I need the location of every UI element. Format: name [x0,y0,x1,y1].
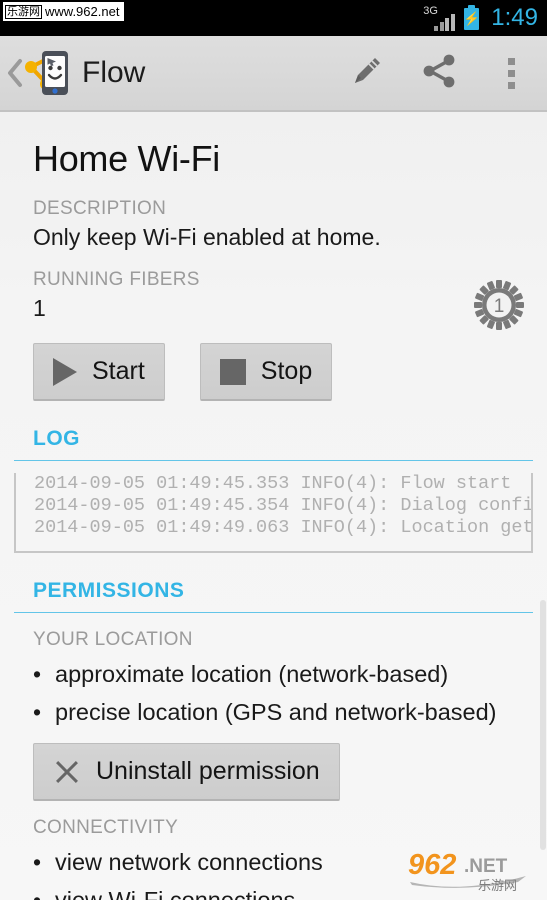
signal-bars-icon: 3G [423,4,457,31]
uninstall-permission-row: Uninstall permission [0,743,547,801]
flow-controls: Start Stop [0,343,547,401]
list-item: view network connections [0,843,547,881]
permission-items: approximate location (network-based) pre… [0,655,547,731]
play-icon [53,357,77,386]
list-item: view Wi-Fi connections [0,881,547,900]
start-button-label: Start [92,357,145,385]
stop-button[interactable]: Stop [199,343,333,401]
watermark-url-label: www.962.net [45,4,120,19]
app-screen: 乐游网 www.962.net 3G ⚡ 1:49 Flow Home Wi-F… [0,0,547,900]
site-watermark-top: 乐游网 www.962.net [3,2,125,21]
status-clock: 1:49 [491,3,538,31]
flow-header-block: Home Wi-Fi DESCRIPTION Only keep Wi-Fi e… [0,112,547,251]
share-button[interactable] [403,35,475,111]
page-title: Home Wi-Fi [33,138,220,179]
log-line: 2014-09-05 01:49:45.354 INFO(4): Dialog … [34,495,533,516]
permission-group-label: YOUR LOCATION [33,629,193,650]
log-section-divider [14,460,533,461]
overflow-menu-icon [507,57,515,89]
pencil-icon [348,52,386,95]
permission-items: view network connections view Wi-Fi conn… [0,843,547,900]
stop-square-icon [219,358,246,385]
permissions-section: PERMISSIONS YOUR LOCATION approximate lo… [0,579,547,900]
scrollbar[interactable] [540,600,546,850]
start-button[interactable]: Start [33,343,165,401]
running-fibers-label: RUNNING FIBERS [33,269,200,290]
gear-icon[interactable]: 1 [473,279,525,331]
app-title: Flow [82,56,146,89]
status-icons: 3G ⚡ 1:49 [423,3,538,31]
running-fibers-row: RUNNING FIBERS 1 1 [0,269,547,330]
list-item: precise location (GPS and network-based) [0,693,547,731]
lightning-bolt-glyph: ⚡ [463,11,480,26]
description-label: DESCRIPTION [33,198,167,219]
log-output-box[interactable]: 2014-09-05 01:49:45.353 INFO(4): Flow st… [14,473,533,553]
log-line: 2014-09-05 01:49:45.353 INFO(4): Flow st… [34,473,512,494]
overflow-button[interactable] [475,35,547,111]
permissions-section-divider [14,612,533,613]
permission-group-connectivity: CONNECTIVITY view network connections vi… [0,817,547,900]
gear-badge-count: 1 [494,296,505,317]
description-value: Only keep Wi-Fi enabled at home. [33,224,381,250]
action-bar: Flow [0,36,547,112]
list-item: approximate location (network-based) [0,655,547,693]
stop-button-label: Stop [260,357,313,385]
permission-group-your-location: YOUR LOCATION approximate location (netw… [0,629,547,801]
log-section: LOG 2014-09-05 01:49:45.353 INFO(4): Flo… [0,427,547,553]
close-icon [53,758,81,786]
log-line: 2014-09-05 01:49:49.063 INFO(4): Locatio… [34,517,533,538]
watermark-cn-label: 乐游网 [5,5,42,19]
flow-app-icon [22,47,74,99]
start-stop-row: Start Stop [33,343,527,401]
running-fibers-value: 1 [33,295,46,321]
edit-button[interactable] [331,35,403,111]
running-fibers-text: RUNNING FIBERS 1 [0,269,547,322]
action-bar-actions [331,35,547,111]
share-icon [419,51,459,96]
battery-charging-icon: ⚡ [463,4,480,30]
status-bar: 乐游网 www.962.net 3G ⚡ 1:49 [0,0,547,36]
network-type-label: 3G [423,4,438,17]
flow-detail-content: Home Wi-Fi DESCRIPTION Only keep Wi-Fi e… [0,112,547,900]
permissions-section-title: PERMISSIONS [33,579,185,602]
up-navigation-button[interactable]: Flow [0,47,145,99]
uninstall-permission-button[interactable]: Uninstall permission [33,743,340,801]
uninstall-permission-label: Uninstall permission [96,757,320,785]
log-section-title: LOG [33,427,80,450]
permission-group-label: CONNECTIVITY [33,817,179,838]
